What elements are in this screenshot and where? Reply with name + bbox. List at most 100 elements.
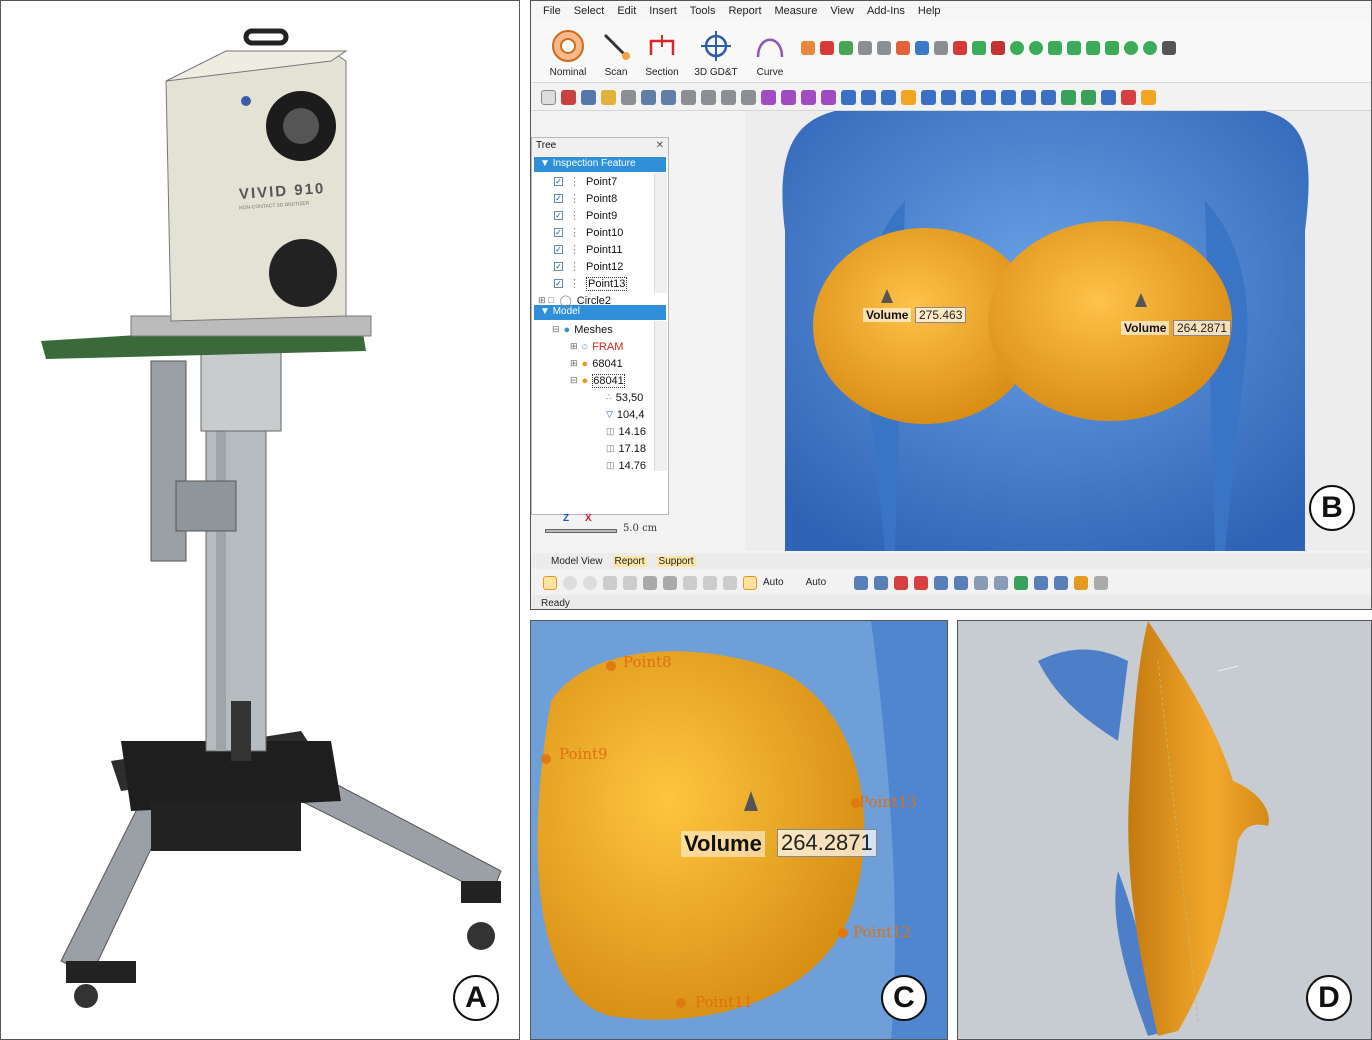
select-icon[interactable]	[603, 575, 617, 590]
view-cube-icon[interactable]	[901, 90, 916, 105]
zoom-icon[interactable]	[741, 90, 756, 105]
diamond-icon[interactable]	[821, 90, 836, 105]
tab-report[interactable]: Report	[612, 555, 647, 567]
menu-report[interactable]: Report	[728, 5, 761, 17]
view-cube-icon[interactable]	[881, 90, 896, 105]
filter-icon[interactable]	[894, 575, 909, 590]
menu-insert[interactable]: Insert	[649, 5, 677, 17]
tool-icon[interactable]	[839, 41, 853, 55]
tool-icon[interactable]	[641, 90, 656, 105]
tool-icon[interactable]	[915, 41, 929, 55]
checkbox[interactable]: ✓	[554, 279, 563, 288]
checkbox[interactable]: ✓	[554, 211, 563, 220]
list-item[interactable]: ✓ ⋮ Point8	[532, 190, 668, 207]
tool-icon[interactable]	[972, 41, 986, 55]
zoom-icon[interactable]	[681, 90, 696, 105]
inspection-feature-header[interactable]: ▼ Inspection Feature	[534, 157, 666, 172]
open-icon[interactable]	[561, 90, 576, 105]
checkbox[interactable]: ✓	[554, 245, 563, 254]
close-icon[interactable]: ✕	[656, 140, 664, 151]
tool-icon[interactable]	[877, 41, 891, 55]
zoom-icon[interactable]	[701, 90, 716, 105]
tool-icon[interactable]	[1086, 41, 1100, 55]
select-icon[interactable]	[723, 575, 737, 590]
tool-icon[interactable]	[1124, 41, 1138, 55]
menu-measure[interactable]: Measure	[775, 5, 818, 17]
move-icon[interactable]	[781, 90, 796, 105]
color-icon[interactable]	[1121, 90, 1136, 105]
list-item[interactable]: ✓ ⋮ Point7	[532, 173, 668, 190]
filter-icon[interactable]	[854, 575, 869, 590]
tool-icon[interactable]	[858, 41, 872, 55]
scrollbar[interactable]	[654, 321, 667, 471]
auto-dropdown-2[interactable]: Auto	[806, 577, 827, 588]
list-item[interactable]: ⊞ □ ◯ Circle2	[532, 292, 668, 309]
menu-add-ins[interactable]: Add-Ins	[867, 5, 905, 17]
filter-icon[interactable]	[1074, 575, 1089, 590]
tool-icon[interactable]	[820, 41, 834, 55]
filter-icon[interactable]	[1094, 575, 1109, 590]
3d-viewport[interactable]: Volume 275.463 Volume 264.2871	[745, 111, 1371, 551]
folder-icon[interactable]	[601, 90, 616, 105]
list-item[interactable]: ⊟ ● Meshes	[532, 321, 668, 338]
filter-icon[interactable]	[874, 575, 889, 590]
tool-icon[interactable]	[1010, 41, 1024, 55]
view-cube-icon[interactable]	[981, 90, 996, 105]
list-item[interactable]: ✓ ⋮ Point11	[532, 241, 668, 258]
view-cube-icon[interactable]	[961, 90, 976, 105]
select-icon[interactable]	[623, 575, 637, 590]
view-cube-icon[interactable]	[861, 90, 876, 105]
auto-pick-icon[interactable]	[743, 575, 757, 590]
view-cube-icon[interactable]	[941, 90, 956, 105]
menu-edit[interactable]: Edit	[617, 5, 636, 17]
render-icon[interactable]	[1101, 90, 1116, 105]
select-circle-icon[interactable]	[563, 575, 577, 590]
view-cube-icon[interactable]	[1021, 90, 1036, 105]
tab-support[interactable]: Support	[656, 555, 696, 567]
tool-icon[interactable]	[801, 41, 815, 55]
ribbon-3d-gdt-button[interactable]: 3D GD&T	[689, 27, 743, 83]
zoom-icon[interactable]	[721, 90, 736, 105]
list-item[interactable]: ⊞ ● 68041	[532, 355, 668, 372]
tool-icon[interactable]	[1048, 41, 1062, 55]
menu-file[interactable]: File	[543, 5, 561, 17]
list-item[interactable]: ✓ ⋮ Point10	[532, 224, 668, 241]
settings-icon[interactable]	[621, 90, 636, 105]
tool-icon[interactable]	[991, 41, 1005, 55]
menu-select[interactable]: Select	[574, 5, 605, 17]
ribbon-section-button[interactable]: Section	[635, 27, 689, 83]
select-rect-icon[interactable]	[543, 575, 557, 590]
ribbon-nominal-button[interactable]: Nominal	[541, 27, 595, 83]
list-item[interactable]: ⊞ ○ FRAM	[532, 338, 668, 355]
select-icon[interactable]	[663, 575, 677, 590]
tool-icon[interactable]	[896, 41, 910, 55]
select-icon[interactable]	[683, 575, 697, 590]
view-cube-icon[interactable]	[921, 90, 936, 105]
render-icon[interactable]	[1081, 90, 1096, 105]
tool-icon[interactable]	[1067, 41, 1081, 55]
highlight-icon[interactable]	[1141, 90, 1156, 105]
tab-model-view[interactable]: Model View	[551, 556, 603, 567]
checkbox[interactable]: ✓	[554, 262, 563, 271]
tool-icon[interactable]	[1162, 41, 1176, 55]
new-icon[interactable]	[541, 90, 556, 105]
select-icon[interactable]	[583, 575, 597, 590]
filter-icon[interactable]	[974, 575, 989, 590]
filter-icon[interactable]	[914, 575, 929, 590]
view-cube-icon[interactable]	[1041, 90, 1056, 105]
scrollbar[interactable]	[654, 173, 667, 293]
tool-icon[interactable]	[934, 41, 948, 55]
tool-icon[interactable]	[953, 41, 967, 55]
view-cube-icon[interactable]	[1001, 90, 1016, 105]
diamond-icon[interactable]	[801, 90, 816, 105]
tool-icon[interactable]	[661, 90, 676, 105]
checkbox[interactable]: ✓	[554, 228, 563, 237]
ribbon-curve-button[interactable]: Curve	[743, 27, 797, 83]
list-item[interactable]: ⊟ ● 68041	[532, 372, 668, 389]
render-icon[interactable]	[1061, 90, 1076, 105]
move-icon[interactable]	[761, 90, 776, 105]
filter-icon[interactable]	[994, 575, 1009, 590]
select-icon[interactable]	[703, 575, 717, 590]
list-item[interactable]: ✓ ⋮ Point13	[532, 275, 668, 292]
menu-help[interactable]: Help	[918, 5, 941, 17]
